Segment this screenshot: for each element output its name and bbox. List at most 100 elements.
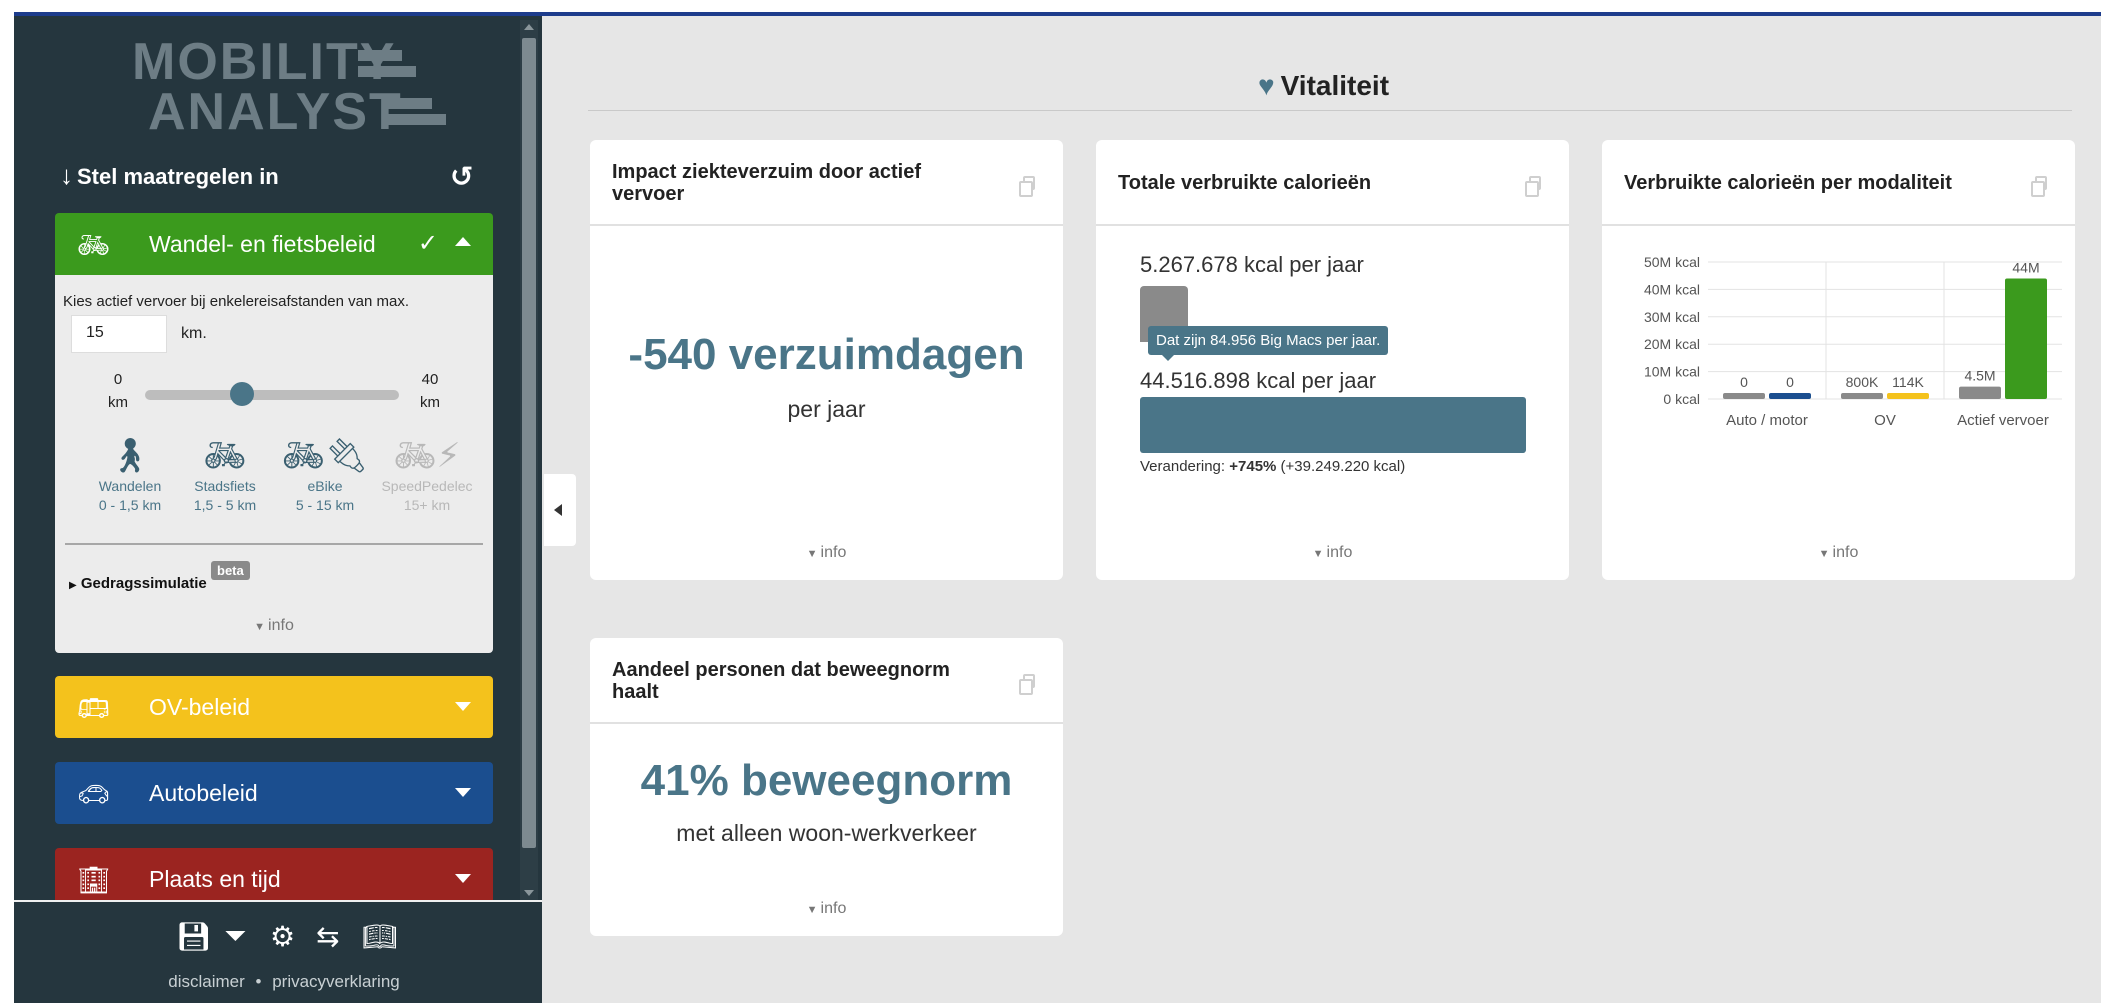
card-calorieen-per-modaliteit: Verbruikte calorieën per modaliteit 0 kc…: [1602, 140, 2075, 580]
section-ov-beleid[interactable]: 🚌︎ OV-beleid: [55, 676, 493, 738]
card-title: Aandeel personen dat beweegnorm haalt: [612, 659, 950, 703]
gear-icon[interactable]: ⚙︎: [270, 920, 295, 953]
section-autobeleid[interactable]: 🚗︎ Autobeleid: [55, 762, 493, 824]
scroll-up-icon[interactable]: [524, 24, 534, 30]
card-beweegnorm: Aandeel personen dat beweegnorm haalt 41…: [590, 638, 1063, 936]
bar: [1723, 393, 1765, 399]
bar-value-label: 114K: [1892, 374, 1924, 390]
ebike-icon: 🚲︎🔌︎: [281, 437, 369, 475]
info-toggle[interactable]: ▼ info: [590, 544, 1063, 562]
y-tick-label: 40M kcal: [1644, 281, 1700, 297]
section-wandel-fietsbeleid-body: Kies actief vervoer bij enkelereisafstan…: [55, 275, 493, 653]
reset-icon[interactable]: ↺: [450, 160, 473, 193]
title-divider: [588, 110, 2072, 111]
bar: [2005, 278, 2047, 399]
caret-down-icon: ▼: [806, 904, 818, 916]
section-plaats-en-tijd[interactable]: 🏢︎ Plaats en tijd: [55, 848, 493, 900]
bus-icon: 🚌︎: [77, 693, 111, 723]
heart-icon: ♥: [1258, 70, 1275, 101]
slider-max: 40 km: [420, 371, 440, 411]
mode-speedpedelec[interactable]: 🚲︎⚡︎ SpeedPedelec 15+ km: [377, 435, 477, 515]
sidebar-footer: 💾︎ ⏷ ⚙︎ ⇆ 📖︎ disclaimer • privacyverklar…: [14, 900, 542, 1003]
distance-input[interactable]: 15: [71, 315, 167, 353]
y-tick-label: 50M kcal: [1644, 254, 1700, 270]
chevron-down-icon: [455, 874, 471, 883]
car-icon: 🚗︎: [77, 779, 111, 809]
mode-stadsfiets[interactable]: 🚲︎ Stadsfiets 1,5 - 5 km: [175, 435, 275, 515]
bar-value-label: 0: [1786, 374, 1794, 390]
copy-icon[interactable]: [1019, 674, 1035, 695]
distance-slider[interactable]: [145, 390, 399, 400]
bar: [1841, 393, 1883, 399]
kcal-before: 5.267.678 kcal per jaar: [1140, 252, 1364, 277]
bigmac-tooltip: Dat zijn 84.956 Big Macs per jaar.: [1148, 326, 1389, 361]
mode-ebike[interactable]: 🚲︎🔌︎ eBike 5 - 15 km: [275, 435, 375, 515]
speedpedelec-icon: 🚲︎⚡︎: [393, 437, 461, 475]
building-icon: 🏢︎: [77, 865, 111, 895]
x-tick-label: OV: [1874, 412, 1896, 429]
chevron-up-icon: [455, 237, 471, 246]
signpost-icon[interactable]: ⇆: [316, 920, 339, 953]
scroll-down-icon[interactable]: [524, 890, 534, 896]
info-toggle[interactable]: ▼ info: [55, 617, 493, 635]
x-tick-label: Actief vervoer: [1957, 412, 2049, 429]
verzuim-subtitle: per jaar: [787, 396, 866, 422]
bar-value-label: 44M: [2012, 259, 2039, 275]
copy-icon[interactable]: [2031, 176, 2047, 197]
bar: [1887, 393, 1929, 399]
y-tick-label: 0 kcal: [1663, 391, 1700, 407]
distance-unit: km.: [181, 325, 207, 342]
divider: [65, 543, 483, 545]
kcal-after-bar: [1140, 397, 1526, 453]
scroll-thumb[interactable]: [522, 38, 536, 848]
info-toggle[interactable]: ▼ info: [1096, 544, 1569, 562]
bicycle-icon: 🚲︎: [77, 230, 111, 260]
beweegnorm-value: 41% beweegnorm: [640, 756, 1013, 805]
sidebar-collapse-button[interactable]: [544, 474, 576, 546]
modaliteit-bar-chart: 0 kcal 10M kcal 20M kcal 30M kcal 40M kcal 50…: [1644, 254, 2062, 429]
page-title: ♥ Vitaliteit: [1258, 70, 1390, 101]
x-tick-label: Auto / motor: [1726, 412, 1808, 429]
logo: MOBILITY ANALYST: [132, 36, 446, 138]
info-toggle[interactable]: ▼ info: [590, 900, 1063, 918]
copy-icon[interactable]: [1525, 176, 1541, 197]
caret-down-icon: ▼: [1818, 548, 1830, 560]
mode-wandelen[interactable]: 🚶︎ Wandelen 0 - 1,5 km: [80, 435, 180, 515]
kcal-after: 44.516.898 kcal per jaar: [1140, 368, 1377, 393]
caret-down-icon: ▼: [1312, 548, 1324, 560]
disclaimer-link[interactable]: disclaimer: [168, 972, 245, 991]
filter-icon[interactable]: ⏷: [224, 920, 246, 953]
sidebar-scrollbar[interactable]: [520, 20, 538, 900]
card-totale-calorieen: Totale verbruikte calorieën 5.267.678 kc…: [1096, 140, 1569, 580]
caret-down-icon: ▼: [806, 548, 818, 560]
sidebar-heading: ↓ Stel maatregelen in: [60, 160, 279, 190]
verzuim-value: -540 verzuimdagen: [628, 330, 1025, 379]
card-title: Totale verbruikte calorieën: [1118, 172, 1372, 194]
card-verzuim: Impact ziekteverzuim door actief vervoer…: [590, 140, 1063, 580]
walking-icon: 🚶︎: [108, 437, 152, 475]
beweegnorm-subtitle: met alleen woon-werkverkeer: [676, 820, 977, 846]
bar: [1769, 393, 1811, 399]
distance-slider-handle[interactable]: [230, 382, 254, 406]
book-icon[interactable]: 📖︎: [362, 920, 398, 953]
save-icon[interactable]: 💾︎: [176, 920, 212, 953]
card-title: Verbruikte calorieën per modaliteit: [1624, 172, 1952, 194]
footer-toolbar: 💾︎ ⏷ ⚙︎ ⇆ 📖︎: [164, 920, 404, 954]
caret-down-icon: ▼: [254, 621, 266, 633]
gedragssimulatie-toggle[interactable]: ▶ Gedragssimulatie: [69, 575, 207, 592]
section-wandel-fietsbeleid[interactable]: 🚲︎ Wandel- en fietsbeleid ✓: [55, 213, 493, 275]
bar-value-label: 4.5M: [1964, 368, 1995, 384]
chevron-down-icon: [455, 788, 471, 797]
distance-instruction: Kies actief vervoer bij enkelereisafstan…: [63, 293, 410, 310]
check-icon: ✓: [417, 230, 438, 257]
bar-value-label: 0: [1740, 374, 1748, 390]
y-tick-label: 30M kcal: [1644, 309, 1700, 325]
copy-icon[interactable]: [1019, 176, 1035, 197]
info-toggle[interactable]: ▼ info: [1602, 544, 2075, 562]
kcal-change: Verandering: +745% (+39.249.220 kcal): [1140, 458, 1406, 475]
privacy-link[interactable]: privacyverklaring: [272, 972, 400, 991]
card-title: Impact ziekteverzuim door actief vervoer: [612, 161, 921, 205]
bar-value-label: 800K: [1846, 374, 1879, 390]
y-tick-label: 20M kcal: [1644, 336, 1700, 352]
y-tick-label: 10M kcal: [1644, 364, 1700, 380]
